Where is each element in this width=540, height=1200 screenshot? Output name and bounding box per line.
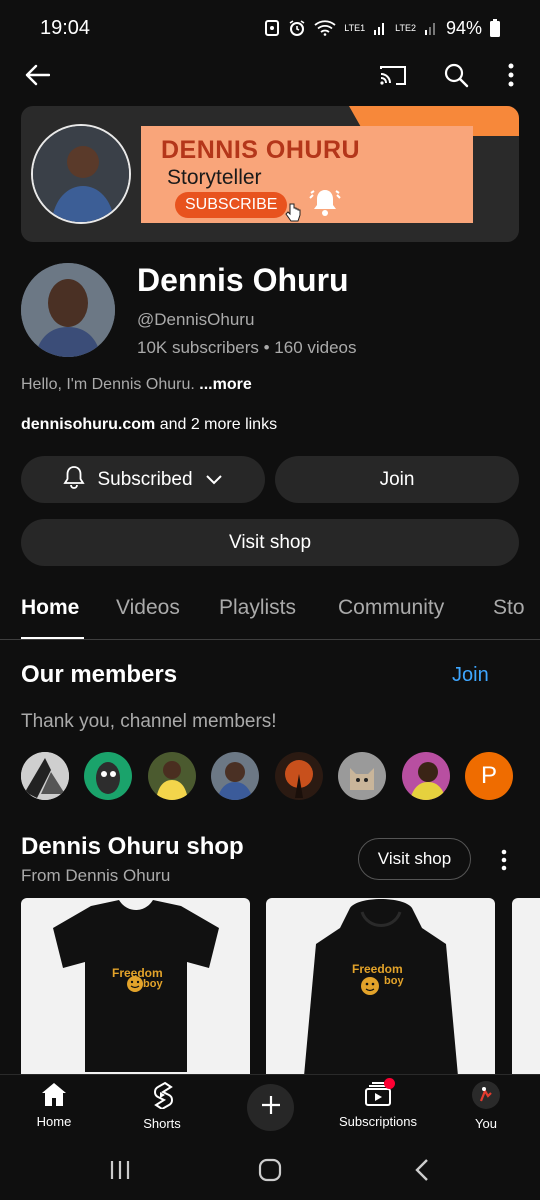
channel-links[interactable]: dennisohuru.com and 2 more links xyxy=(21,416,277,434)
signal-icon xyxy=(424,21,438,35)
more-links-text[interactable]: and 2 more links xyxy=(160,416,277,433)
cast-icon[interactable] xyxy=(378,60,408,90)
member-avatar[interactable] xyxy=(84,752,132,800)
notification-dot xyxy=(384,1078,395,1089)
hoodie-image xyxy=(304,899,458,1076)
description-more-link[interactable]: ...more xyxy=(199,376,251,393)
subscriptions-icon xyxy=(364,1078,395,1110)
tab-videos[interactable]: Videos xyxy=(116,596,180,620)
banner-card: DENNIS OHURU Storyteller SUBSCRIBE xyxy=(141,126,473,223)
member-letter-avatar[interactable]: P xyxy=(465,752,513,800)
members-join-link[interactable]: Join xyxy=(452,664,489,687)
hand-cursor-icon xyxy=(285,202,301,227)
nav-you[interactable]: You xyxy=(441,1081,531,1131)
product-card-hoodie[interactable]: Freedom boy xyxy=(266,898,495,1076)
home-system-icon[interactable] xyxy=(255,1156,285,1184)
nav-you-label: You xyxy=(475,1116,497,1131)
nav-home-label: Home xyxy=(36,1114,72,1129)
tab-store[interactable]: Sto xyxy=(493,596,525,620)
channel-banner: DENNIS OHURU Storyteller SUBSCRIBE xyxy=(21,106,519,242)
chevron-down-icon xyxy=(205,469,223,491)
member-avatar[interactable] xyxy=(148,752,196,800)
shorts-icon xyxy=(150,1081,174,1112)
channel-description[interactable]: Hello, I'm Dennis Ohuru. ...more xyxy=(21,376,252,394)
bell-icon xyxy=(63,465,86,495)
member-avatar[interactable] xyxy=(211,752,259,800)
back-arrow-icon[interactable] xyxy=(22,60,52,90)
nav-subscriptions-label: Subscriptions xyxy=(338,1114,418,1129)
nav-shorts-label: Shorts xyxy=(143,1116,181,1131)
recent-apps-icon[interactable] xyxy=(105,1156,135,1184)
subscribed-button[interactable]: Subscribed xyxy=(21,456,265,503)
shop-title: Dennis Ohuru shop xyxy=(21,833,244,860)
wifi-icon xyxy=(314,20,336,36)
sim1-label: LTE1 xyxy=(344,23,366,33)
banner-subtitle: Storyteller xyxy=(167,166,262,189)
nav-shorts[interactable]: Shorts xyxy=(117,1081,207,1131)
product-card-tshirt[interactable]: Freedom boy xyxy=(21,898,250,1076)
tab-community[interactable]: Community xyxy=(338,596,444,620)
back-system-icon[interactable] xyxy=(407,1156,437,1184)
channel-handle: @DennisOhuru xyxy=(137,310,255,329)
status-icons: LTE1 LTE2 94% xyxy=(264,18,500,39)
channel-name: Dennis Ohuru xyxy=(137,262,349,298)
members-thanks-text: Thank you, channel members! xyxy=(21,711,277,732)
banner-avatar xyxy=(31,124,131,224)
product-card-partial[interactable] xyxy=(512,898,540,1076)
join-button[interactable]: Join xyxy=(275,456,519,503)
battery-icon xyxy=(490,19,500,37)
description-text: Hello, I'm Dennis Ohuru. xyxy=(21,376,195,393)
home-icon xyxy=(40,1081,68,1110)
tab-home[interactable]: Home xyxy=(21,596,79,620)
channel-avatar[interactable] xyxy=(21,263,115,357)
bell-icon xyxy=(309,186,341,223)
shop-visit-button[interactable]: Visit shop xyxy=(358,838,471,880)
banner-subscribe-graphic: SUBSCRIBE xyxy=(175,192,288,218)
members-title: Our members xyxy=(21,661,178,688)
member-avatar[interactable] xyxy=(275,752,323,800)
active-tab-indicator xyxy=(21,637,84,639)
plus-icon xyxy=(260,1094,282,1121)
status-bar: 19:04 LTE1 LTE2 94% xyxy=(0,0,540,56)
print-bottom: boy xyxy=(143,978,163,990)
channel-tabs: Home Videos Playlists Community Sto xyxy=(0,580,540,640)
more-vert-icon[interactable] xyxy=(496,60,526,90)
member-avatar[interactable] xyxy=(21,752,69,800)
tab-playlists[interactable]: Playlists xyxy=(219,596,296,620)
tshirt-image xyxy=(53,900,219,1072)
system-nav-bar xyxy=(0,1140,540,1200)
status-time: 19:04 xyxy=(40,16,91,39)
app-bar xyxy=(0,52,540,98)
subscribed-label: Subscribed xyxy=(97,468,193,490)
member-avatar[interactable] xyxy=(338,752,386,800)
visit-shop-button[interactable]: Visit shop xyxy=(21,519,519,566)
banner-title: DENNIS OHURU xyxy=(161,136,361,164)
create-button[interactable] xyxy=(247,1084,294,1131)
nav-subscriptions[interactable]: Subscriptions xyxy=(333,1078,423,1129)
data-saver-icon xyxy=(264,19,280,37)
account-avatar xyxy=(472,1081,500,1112)
alarm-icon xyxy=(288,19,306,37)
more-vert-icon[interactable] xyxy=(492,846,516,874)
signal-icon xyxy=(373,21,387,35)
sim2-label: LTE2 xyxy=(395,23,416,33)
shop-from-text: From Dennis Ohuru xyxy=(21,866,171,885)
bottom-nav: Home Shorts Subscriptions You xyxy=(0,1074,540,1140)
channel-stats: 10K subscribers • 160 videos xyxy=(137,338,357,357)
battery-percent: 94% xyxy=(445,17,482,38)
nav-home[interactable]: Home xyxy=(9,1081,99,1129)
member-avatar[interactable] xyxy=(402,752,450,800)
print-top: Freedom xyxy=(352,962,403,976)
print-bottom: boy xyxy=(384,975,404,987)
channel-website-link[interactable]: dennisohuru.com xyxy=(21,416,155,433)
search-icon[interactable] xyxy=(441,60,471,90)
